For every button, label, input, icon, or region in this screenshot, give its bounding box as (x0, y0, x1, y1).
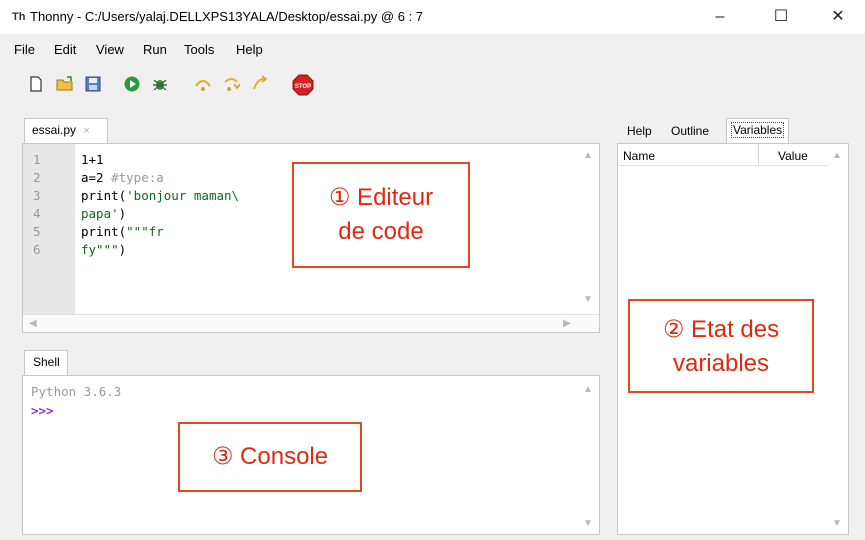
scroll-up-icon[interactable]: ▲ (832, 150, 842, 161)
new-file-icon[interactable] (26, 74, 46, 94)
scroll-up-icon[interactable]: ▲ (583, 150, 593, 161)
annotation-editor: ① Editeur de code (292, 162, 470, 268)
code-comment: #type:a (111, 170, 164, 185)
code-string: papa' (81, 206, 119, 221)
code-token: print( (81, 224, 127, 239)
code-line[interactable]: a=2 #type:a (81, 170, 164, 185)
variables-header: Name Value (618, 144, 828, 166)
tab-outline[interactable]: Outline (667, 120, 713, 143)
tab-variables-label: Variables (731, 122, 785, 138)
tab-shell[interactable]: Shell (24, 350, 68, 375)
run-icon[interactable] (122, 74, 142, 94)
code-string: fy""" (81, 242, 119, 257)
code-line[interactable]: print('bonjour maman\ (81, 188, 239, 203)
annotation-vars-line1: ② Etat des (662, 316, 780, 343)
scroll-down-icon[interactable]: ▼ (832, 518, 842, 529)
code-string: 'bonjour maman\ (126, 188, 240, 203)
thonny-app-icon: Th (12, 11, 26, 23)
menu-help[interactable]: Help (236, 42, 263, 57)
tab-essai-py[interactable]: essai.py × (24, 118, 108, 143)
open-folder-icon[interactable] (55, 74, 75, 94)
line-number-gutter: 1 2 3 4 5 6 (23, 144, 75, 314)
annotation-vars-line2: variables (672, 350, 770, 377)
scroll-left-icon[interactable]: ◀ (29, 318, 37, 329)
scroll-down-icon[interactable]: ▼ (583, 294, 593, 305)
step-into-icon[interactable] (222, 74, 242, 94)
code-token: 1+1 (81, 152, 104, 167)
annotation-editor-line2: de code (338, 218, 424, 245)
step-out-icon[interactable] (250, 74, 270, 94)
scroll-up-icon[interactable]: ▲ (583, 384, 593, 395)
python-version: Python 3.6.3 (31, 384, 122, 399)
code-token: a=2 (81, 170, 112, 185)
menu-file[interactable]: File (14, 42, 35, 57)
menu-tools[interactable]: Tools (184, 42, 214, 57)
minimize-button[interactable]: – (697, 0, 743, 34)
code-line[interactable]: papa') (81, 206, 126, 221)
step-over-icon[interactable] (193, 74, 213, 94)
line-number: 1 (33, 152, 41, 167)
menu-run[interactable]: Run (143, 42, 167, 57)
menu-view[interactable]: View (96, 42, 124, 57)
tab-close-icon[interactable]: × (83, 125, 89, 137)
code-token: print( (81, 188, 127, 203)
save-icon[interactable] (83, 74, 103, 94)
code-line[interactable]: 1+1 (81, 152, 104, 167)
column-divider[interactable] (758, 144, 759, 166)
column-name[interactable]: Name (623, 149, 655, 163)
annotation-variables: ② Etat des variables (628, 299, 814, 393)
code-line[interactable]: print("""fr (81, 224, 164, 239)
annotation-console: ③ Console (178, 422, 362, 492)
code-string: """fr (126, 224, 164, 239)
shell-prompt: >>> (31, 403, 54, 418)
horizontal-scrollbar[interactable]: ◀ ▶ (23, 314, 599, 332)
line-number: 3 (33, 188, 41, 203)
menu-bar: File Edit View Run Tools Help (0, 40, 865, 60)
tab-help[interactable]: Help (623, 120, 656, 143)
maximize-button[interactable]: ☐ (758, 0, 804, 34)
close-button[interactable]: ✕ (815, 0, 861, 34)
scroll-down-icon[interactable]: ▼ (583, 518, 593, 529)
line-number: 4 (33, 206, 41, 221)
stop-icon[interactable]: STOP (292, 74, 314, 96)
debug-icon[interactable] (150, 74, 170, 94)
code-line[interactable]: fy""") (81, 242, 126, 257)
annotation-editor-line1: ① Editeur (328, 184, 434, 211)
code-token: ) (118, 242, 127, 257)
window-title: Thonny - C:/Users/yalaj.DELLXPS13YALA/De… (30, 9, 424, 24)
scroll-right-icon[interactable]: ▶ (563, 318, 571, 329)
toolbar: STOP (0, 68, 865, 100)
menu-edit[interactable]: Edit (54, 42, 76, 57)
code-token: ) (118, 206, 127, 221)
line-number: 5 (33, 224, 41, 239)
editor-tab-label: essai.py (32, 123, 77, 137)
annotation-console-text: ③ Console (211, 443, 329, 470)
tab-variables[interactable]: Variables (726, 118, 790, 143)
column-value[interactable]: Value (778, 149, 808, 163)
line-number: 2 (33, 170, 41, 185)
line-number: 6 (33, 242, 41, 257)
stop-icon-label: STOP (295, 84, 311, 90)
title-bar: Th Thonny - C:/Users/yalaj.DELLXPS13YALA… (0, 0, 865, 34)
